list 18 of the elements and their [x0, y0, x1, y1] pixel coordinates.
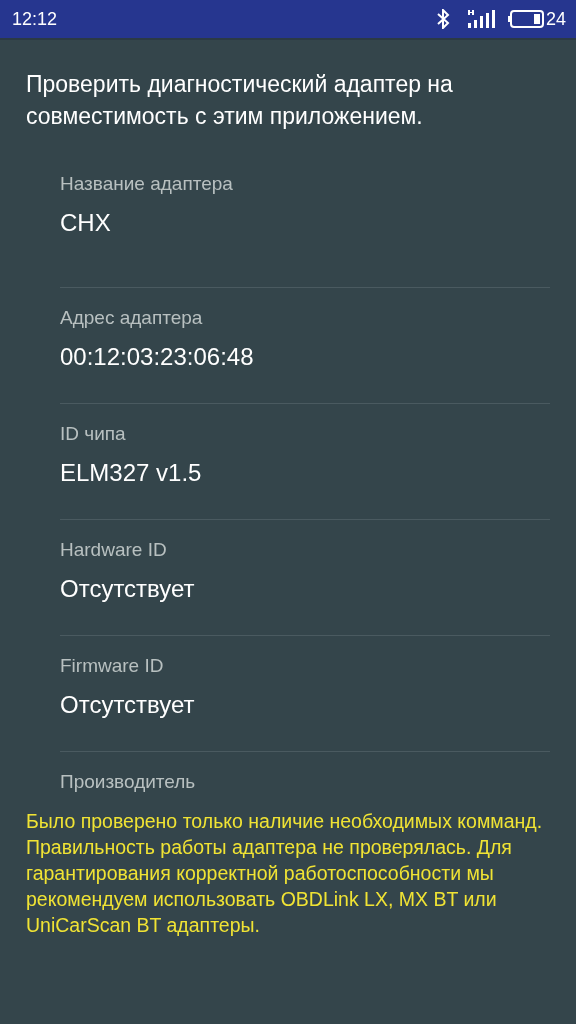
- field-label: Производитель: [60, 770, 197, 794]
- field-value: 00:12:03:23:06:48: [60, 342, 255, 372]
- field-value: CHX: [60, 208, 112, 238]
- warning-text: Было проверено только наличие необходимых комманд. Правильность работы адаптера не проверялась. Для гарантирования корректной работоспособности мы рекомендуем использовать OBDLink LX, MX BT или UniCarScan BT адаптеры.: [26, 809, 544, 938]
- field-value: Отсутствует: [60, 574, 196, 604]
- field-value: Отсутствует: [60, 690, 196, 720]
- field-label: ID чипа: [60, 422, 127, 446]
- field-label: Firmware ID: [60, 654, 165, 678]
- field-label: Hardware ID: [60, 538, 168, 562]
- status-time: 12:12: [12, 8, 58, 30]
- battery-icon: [507, 10, 544, 28]
- field-label: Название адаптера: [60, 172, 234, 196]
- heading: Проверить диагностический адаптер на совместимость с этим приложением.: [26, 70, 454, 131]
- field-label: Адрес адаптера: [60, 306, 204, 330]
- signal-icon: [467, 10, 498, 28]
- field-value: ELM327 v1.5: [60, 458, 203, 488]
- bluetooth-icon: [435, 9, 450, 29]
- battery-percent: 24: [545, 8, 566, 30]
